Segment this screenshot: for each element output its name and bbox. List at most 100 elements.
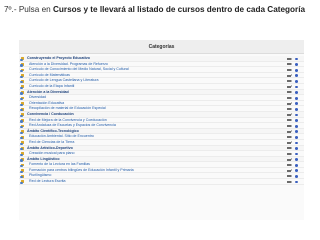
folder-icon xyxy=(20,152,24,156)
move-arrow-icon[interactable] xyxy=(287,174,293,178)
folder-icon xyxy=(20,79,24,84)
panel-title: Categorías xyxy=(19,40,304,54)
eye-icon[interactable] xyxy=(295,130,299,134)
eye-icon[interactable] xyxy=(295,124,299,128)
row-actions xyxy=(287,163,301,167)
move-arrow-icon[interactable] xyxy=(287,180,293,183)
move-arrow-icon[interactable] xyxy=(287,85,293,88)
move-arrow-icon[interactable] xyxy=(287,68,293,72)
move-arrow-icon[interactable] xyxy=(287,57,293,60)
folder-icon xyxy=(20,169,24,173)
instruction-emphasis: Cursos y te llevará al listado de cursos… xyxy=(52,5,306,14)
folder-icon xyxy=(20,163,24,168)
eye-icon[interactable] xyxy=(295,107,299,111)
row-actions xyxy=(287,96,301,100)
row-actions xyxy=(287,124,301,128)
move-arrow-icon[interactable] xyxy=(287,135,293,139)
eye-icon[interactable] xyxy=(295,169,299,173)
folder-icon xyxy=(20,74,24,78)
folder-icon xyxy=(20,118,24,123)
folder-icon xyxy=(20,113,24,117)
move-arrow-icon[interactable] xyxy=(287,91,293,94)
move-arrow-icon[interactable] xyxy=(287,169,293,172)
row-actions xyxy=(287,130,301,134)
move-arrow-icon[interactable] xyxy=(287,119,293,122)
row-actions xyxy=(287,74,301,78)
move-arrow-icon[interactable] xyxy=(287,124,293,128)
folder-icon xyxy=(20,62,24,67)
move-arrow-icon[interactable] xyxy=(287,130,293,133)
row-actions xyxy=(287,68,301,72)
folder-icon xyxy=(20,130,24,134)
folder-icon xyxy=(20,135,24,140)
folder-icon xyxy=(20,158,24,162)
instruction-prefix: 7º.- Pulsa en xyxy=(4,5,53,14)
folder-icon xyxy=(20,180,24,184)
row-actions xyxy=(287,85,301,89)
row-actions xyxy=(287,158,301,162)
row-actions xyxy=(287,141,301,145)
row-actions xyxy=(287,102,301,106)
folder-icon xyxy=(20,85,24,89)
eye-icon[interactable] xyxy=(295,57,299,61)
eye-icon[interactable] xyxy=(295,163,299,167)
eye-icon[interactable] xyxy=(295,175,299,178)
folder-icon xyxy=(20,68,24,72)
eye-icon[interactable] xyxy=(295,119,299,122)
row-actions xyxy=(287,152,301,156)
move-arrow-icon[interactable] xyxy=(287,107,293,111)
move-arrow-icon[interactable] xyxy=(287,158,293,161)
eye-icon[interactable] xyxy=(295,147,299,150)
row-actions xyxy=(287,174,301,178)
eye-icon[interactable] xyxy=(295,135,299,139)
folder-icon xyxy=(20,174,24,179)
category-link[interactable]: Red de Lectura Escrita xyxy=(29,179,66,185)
row-actions xyxy=(287,79,301,83)
folder-icon xyxy=(20,96,24,100)
category-list: Construyendo el Proyecto Educativo Atenci… xyxy=(19,54,304,185)
instruction-text: 7º.- Pulsa en Cursos y te llevará al lis… xyxy=(4,4,316,15)
eye-icon[interactable] xyxy=(295,68,299,72)
row-actions xyxy=(287,169,301,173)
row-actions xyxy=(287,91,301,94)
eye-icon[interactable] xyxy=(295,113,299,117)
folder-icon xyxy=(20,124,24,128)
move-arrow-icon[interactable] xyxy=(287,113,293,116)
row-actions xyxy=(287,63,301,66)
folder-icon xyxy=(20,90,24,95)
move-arrow-icon[interactable] xyxy=(287,63,293,66)
categories-panel: Categorías Construyendo el Proyecto Educ… xyxy=(19,40,304,220)
eye-icon[interactable] xyxy=(295,74,299,78)
subcategory-row[interactable]: Red de Lectura Escrita xyxy=(19,179,304,185)
folder-icon xyxy=(20,57,24,61)
folder-icon xyxy=(20,141,24,145)
folder-icon xyxy=(20,107,24,112)
move-arrow-icon[interactable] xyxy=(287,141,293,144)
row-actions xyxy=(287,119,301,122)
row-actions xyxy=(287,107,301,111)
eye-icon[interactable] xyxy=(295,158,299,162)
eye-icon[interactable] xyxy=(295,91,299,94)
move-arrow-icon[interactable] xyxy=(287,163,293,167)
move-arrow-icon[interactable] xyxy=(287,146,293,150)
row-actions xyxy=(287,57,301,61)
eye-icon[interactable] xyxy=(295,85,299,89)
move-arrow-icon[interactable] xyxy=(287,96,293,100)
row-actions xyxy=(287,135,301,139)
eye-icon[interactable] xyxy=(295,141,299,145)
folder-icon xyxy=(20,102,24,106)
row-actions xyxy=(287,180,301,184)
move-arrow-icon[interactable] xyxy=(287,152,293,155)
folder-icon xyxy=(20,146,24,151)
eye-icon[interactable] xyxy=(295,180,299,184)
move-arrow-icon[interactable] xyxy=(287,74,293,77)
eye-icon[interactable] xyxy=(295,102,299,106)
move-arrow-icon[interactable] xyxy=(287,102,293,105)
eye-icon[interactable] xyxy=(295,63,299,66)
eye-icon[interactable] xyxy=(295,152,299,156)
row-actions xyxy=(287,113,301,117)
row-actions xyxy=(287,146,301,150)
move-arrow-icon[interactable] xyxy=(287,79,293,83)
eye-icon[interactable] xyxy=(295,79,299,83)
eye-icon[interactable] xyxy=(295,96,299,100)
